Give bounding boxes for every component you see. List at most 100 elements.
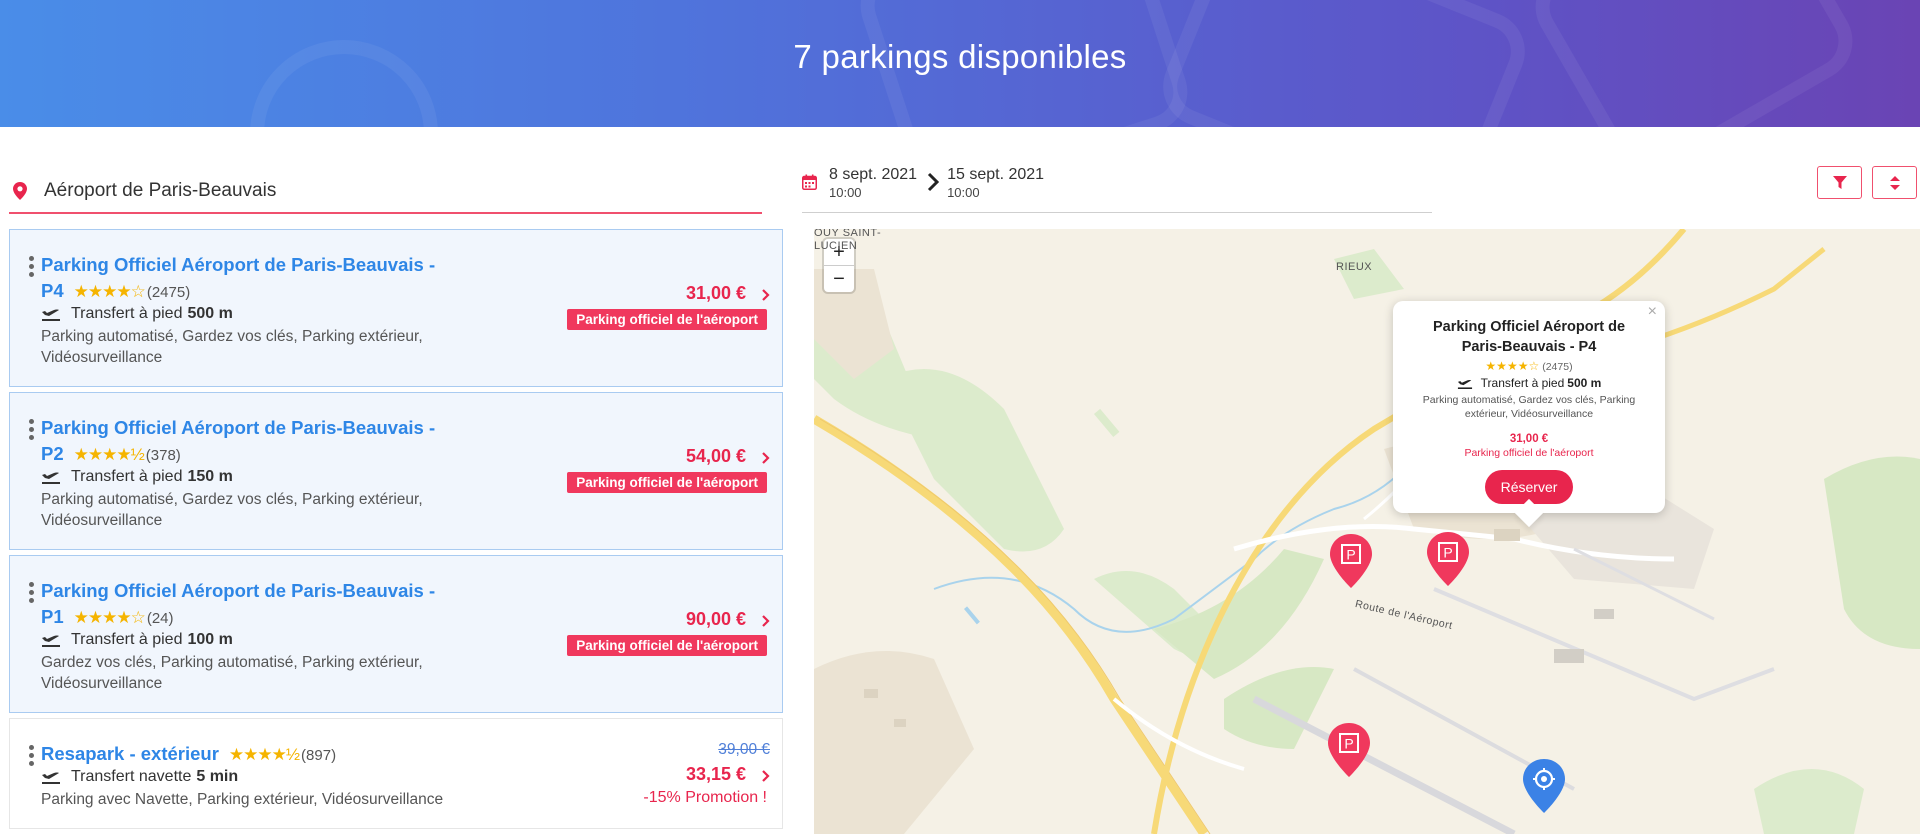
transfer-info: Transfert à pied 500 m	[41, 305, 233, 323]
calendar-icon	[802, 174, 817, 190]
transfer-info: Transfert à pied 100 m	[41, 631, 233, 649]
features-line2: Vidéosurveillance	[41, 512, 163, 529]
date-range[interactable]: 8 sept. 2021 10:00 15 sept. 2021 10:00	[802, 160, 1432, 213]
more-options-icon[interactable]	[29, 419, 35, 443]
review-count: (378)	[145, 447, 181, 464]
map[interactable]: + − OUY SAINT- LUCIEN RIEUX Route de l'A…	[814, 229, 1920, 834]
parking-title[interactable]: Parking Officiel Aéroport de Paris-Beauv…	[41, 252, 461, 306]
parking-marker-icon[interactable]: P	[1427, 532, 1469, 586]
page-title: 7 parkings disponibles	[793, 38, 1127, 75]
parking-title-line2: P1	[41, 606, 64, 627]
features-line1: Parking automatisé, Gardez vos clés, Par…	[41, 491, 423, 508]
parking-marker-icon[interactable]: P	[1328, 723, 1370, 777]
marker-glyph: P	[1344, 736, 1353, 752]
plane-departure-icon	[42, 472, 60, 484]
parking-title-line1: Parking Officiel Aéroport de Paris-Beauv…	[41, 417, 436, 438]
features-line1: Parking avec Navette, Parking extérieur,…	[41, 791, 444, 808]
close-icon[interactable]: ×	[1648, 303, 1657, 321]
parking-marker-icon[interactable]: P	[1330, 534, 1372, 588]
more-options-icon[interactable]	[29, 745, 35, 769]
marker-glyph: P	[1443, 545, 1452, 561]
start-date-value: 8 sept. 2021	[829, 166, 918, 183]
chevron-right-icon[interactable]	[761, 288, 770, 302]
transfer-value: 500 m	[187, 305, 233, 322]
parking-title-line2: P4	[41, 280, 64, 301]
parking-card[interactable]: Parking Officiel Aéroport de Paris-Beauv…	[9, 555, 783, 713]
parking-title-line1: Parking Officiel Aéroport de Paris-Beauv…	[41, 254, 436, 275]
transfer-value: 150 m	[187, 468, 233, 485]
promotion-label: -15% Promotion !	[643, 789, 767, 806]
end-time-value: 10:00	[947, 185, 980, 200]
popup-transfer-label: Transfert à pied	[1480, 376, 1565, 390]
location-field[interactable]: Aéroport de Paris-Beauvais	[9, 170, 762, 214]
parking-title[interactable]: Parking Officiel Aéroport de Paris-Beauv…	[41, 415, 461, 469]
map-label-rieux: RIEUX	[1336, 261, 1373, 273]
review-count: (897)	[301, 747, 337, 764]
start-time-value: 10:00	[829, 185, 862, 200]
map-label-town-line2: LUCIEN	[814, 240, 858, 252]
parking-title-line1: Parking Officiel Aéroport de Paris-Beauv…	[41, 580, 436, 601]
header-banner: 7 parkings disponibles	[0, 0, 1920, 127]
more-options-icon[interactable]	[29, 582, 35, 606]
parking-price: 31,00 €	[685, 283, 746, 303]
end-date[interactable]: 15 sept. 2021 10:00	[947, 160, 1044, 201]
location-value: Aéroport de Paris-Beauvais	[44, 180, 277, 201]
zoom-out-button[interactable]: −	[824, 266, 854, 292]
parking-title-line2: P2	[41, 443, 64, 464]
rating-stars: ★★★★☆	[73, 282, 146, 301]
plane-departure-icon	[42, 635, 60, 647]
parking-card[interactable]: Parking Officiel Aéroport de Paris-Beauv…	[9, 392, 783, 550]
filter-button[interactable]	[1817, 166, 1862, 199]
features-line2: Vidéosurveillance	[41, 349, 163, 366]
reserve-button[interactable]: Réserver	[1485, 470, 1573, 504]
rating-stars: ★★★★☆	[73, 608, 146, 627]
official-badge: Parking officiel de l'aéroport	[567, 309, 767, 330]
chevron-right-icon[interactable]	[761, 769, 770, 783]
parking-features: Gardez vos clés, Parking automatisé, Par…	[41, 652, 461, 694]
transfer-info: Transfert à pied 150 m	[41, 468, 233, 486]
transfer-label: Transfert navette	[71, 768, 192, 785]
transfer-value: 5 min	[196, 768, 239, 785]
popup-badge: Parking officiel de l'aéroport	[1464, 447, 1594, 459]
features-line1: Parking automatisé, Gardez vos clés, Par…	[41, 328, 423, 345]
parking-features: Parking automatisé, Gardez vos clés, Par…	[41, 489, 461, 531]
parking-features: Parking automatisé, Gardez vos clés, Par…	[41, 326, 461, 368]
parking-card[interactable]: Resapark - extérieur ★★★★½ (897) Transfert…	[9, 718, 783, 829]
end-date-value: 15 sept. 2021	[947, 166, 1045, 183]
map-popup: × Parking Officiel Aéroport de Paris-Bea…	[1393, 301, 1665, 513]
parking-title[interactable]: Parking Officiel Aéroport de Paris-Beauv…	[41, 578, 461, 632]
transfer-label: Transfert à pied	[71, 631, 183, 648]
transfer-info: Transfert navette 5 min	[41, 768, 238, 786]
transfer-label: Transfert à pied	[71, 468, 183, 485]
popup-price: 31,00 €	[1509, 433, 1549, 445]
map-label-town: OUY SAINT- LUCIEN	[814, 229, 881, 253]
filter-icon	[1832, 175, 1847, 189]
airport-location-marker-icon[interactable]	[1523, 759, 1565, 813]
features-line1: Gardez vos clés, Parking automatisé, Par…	[41, 654, 423, 671]
more-options-icon[interactable]	[29, 256, 35, 280]
sort-icon	[1889, 175, 1900, 190]
plane-departure-icon	[42, 309, 60, 321]
official-badge: Parking officiel de l'aéroport	[567, 472, 767, 493]
official-badge: Parking officiel de l'aéroport	[567, 635, 767, 656]
plane-departure-icon	[1457, 379, 1472, 389]
review-count: (2475)	[146, 284, 191, 301]
chevron-right-icon[interactable]	[761, 614, 770, 628]
parking-title[interactable]: Resapark - extérieur ★★★★½ (897)	[41, 741, 541, 769]
rating-stars: ★★★★½	[73, 445, 145, 464]
map-pin-icon	[13, 182, 27, 200]
sort-button[interactable]	[1872, 166, 1917, 199]
popup-transfer-value: 500 m	[1567, 376, 1602, 390]
transfer-value: 100 m	[187, 631, 233, 648]
features-line2: Vidéosurveillance	[41, 675, 163, 692]
transfer-label: Transfert à pied	[71, 305, 183, 322]
chevron-right-icon	[928, 172, 940, 192]
map-label-town-line1: OUY SAINT-	[814, 229, 882, 239]
plane-departure-icon	[42, 772, 60, 784]
chevron-right-icon[interactable]	[761, 451, 770, 465]
parking-card[interactable]: Parking Officiel Aéroport de Paris-Beauv…	[9, 229, 783, 387]
popup-stars: ★★★★☆	[1485, 359, 1540, 373]
start-date[interactable]: 8 sept. 2021 10:00	[829, 160, 917, 201]
parking-price: 54,00 €	[685, 446, 746, 466]
old-price: 39,00 €	[718, 741, 770, 758]
